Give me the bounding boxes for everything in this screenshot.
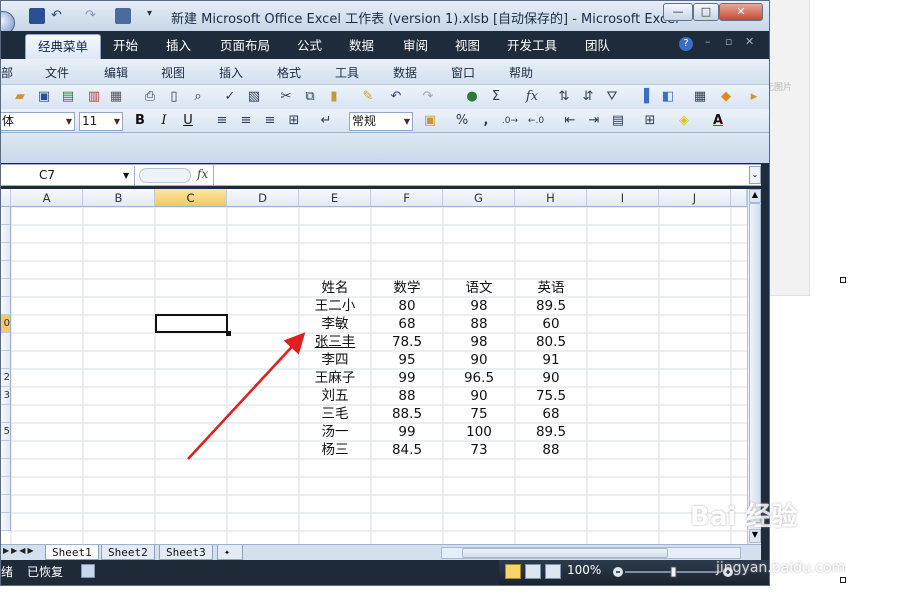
baidu-watermark-url: jingyan.baidu.com	[716, 560, 846, 576]
baidu-watermark: Bai 经验	[690, 502, 798, 532]
